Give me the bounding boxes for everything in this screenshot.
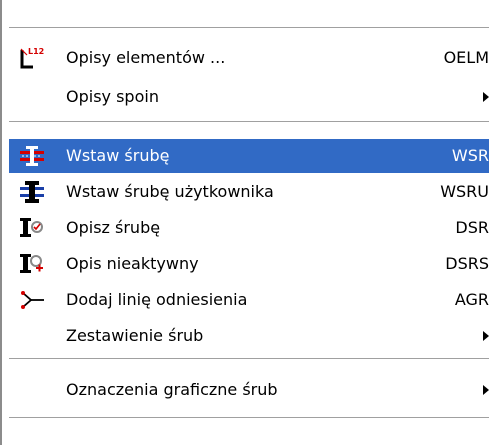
menu-item-label: Opisy elementów ... bbox=[66, 48, 226, 67]
submenu-arrow-icon bbox=[483, 385, 489, 395]
menu-item-label: Dodaj linię odniesienia bbox=[66, 290, 248, 309]
menu-item-opisz-srube[interactable]: Opisz śrubę DSR bbox=[9, 211, 489, 245]
menu-item-label: Oznaczenia graficzne śrub bbox=[66, 380, 278, 399]
describe-bolt-icon bbox=[19, 216, 45, 240]
menu-item-label: Opis nieaktywny bbox=[66, 254, 199, 273]
menu-item-shortcut: DSRS bbox=[445, 254, 489, 273]
element-description-icon: L12 2x bbox=[19, 46, 45, 70]
icon-text-top: L12 2x bbox=[28, 47, 45, 56]
menu-item-label: Opisy spoin bbox=[66, 87, 159, 106]
menu-item-label: Opisz śrubę bbox=[66, 218, 161, 237]
menu-item-dodaj-linie-odniesienia[interactable]: Dodaj linię odniesienia AGR bbox=[9, 283, 489, 317]
context-menu: L12 2x Opisy elementów ... OELM Opisy sp… bbox=[0, 0, 499, 445]
menu-item-opisy-elementow[interactable]: L12 2x Opisy elementów ... OELM bbox=[9, 41, 489, 75]
menu-separator bbox=[9, 121, 489, 123]
submenu-arrow-icon bbox=[483, 92, 489, 102]
menu-item-wstaw-srube-uzytkownika[interactable]: Wstaw śrubę użytkownika WSRU bbox=[9, 175, 489, 209]
menu-item-shortcut: WSR bbox=[451, 146, 489, 165]
inactive-description-icon bbox=[19, 252, 45, 276]
menu-item-shortcut: OELM bbox=[443, 48, 489, 67]
menu-left-border bbox=[0, 0, 2, 445]
menu-item-wstaw-srube[interactable]: Wstaw śrubę WSR bbox=[9, 139, 489, 173]
menu-item-shortcut: DSR bbox=[455, 218, 489, 237]
menu-item-shortcut: AGR bbox=[454, 290, 489, 309]
menu-item-label: Zestawienie śrub bbox=[66, 326, 204, 345]
menu-item-oznaczenia-graficzne-srub[interactable]: Oznaczenia graficzne śrub bbox=[9, 373, 489, 407]
menu-item-opis-nieaktywny[interactable]: Opis nieaktywny DSRS bbox=[9, 247, 489, 281]
menu-separator bbox=[9, 417, 489, 419]
insert-bolt-icon bbox=[19, 144, 45, 168]
insert-user-bolt-icon bbox=[19, 180, 45, 204]
submenu-arrow-icon bbox=[483, 331, 489, 341]
reference-line-icon bbox=[19, 288, 45, 312]
menu-separator bbox=[9, 358, 489, 360]
menu-separator bbox=[9, 27, 489, 29]
menu-item-opisy-spoin[interactable]: Opisy spoin bbox=[9, 80, 489, 114]
menu-item-label: Wstaw śrubę użytkownika bbox=[66, 182, 274, 201]
menu-item-zestawienie-srub[interactable]: Zestawienie śrub bbox=[9, 319, 489, 353]
menu-item-shortcut: WSRU bbox=[440, 182, 489, 201]
menu-item-label: Wstaw śrubę bbox=[66, 146, 170, 165]
